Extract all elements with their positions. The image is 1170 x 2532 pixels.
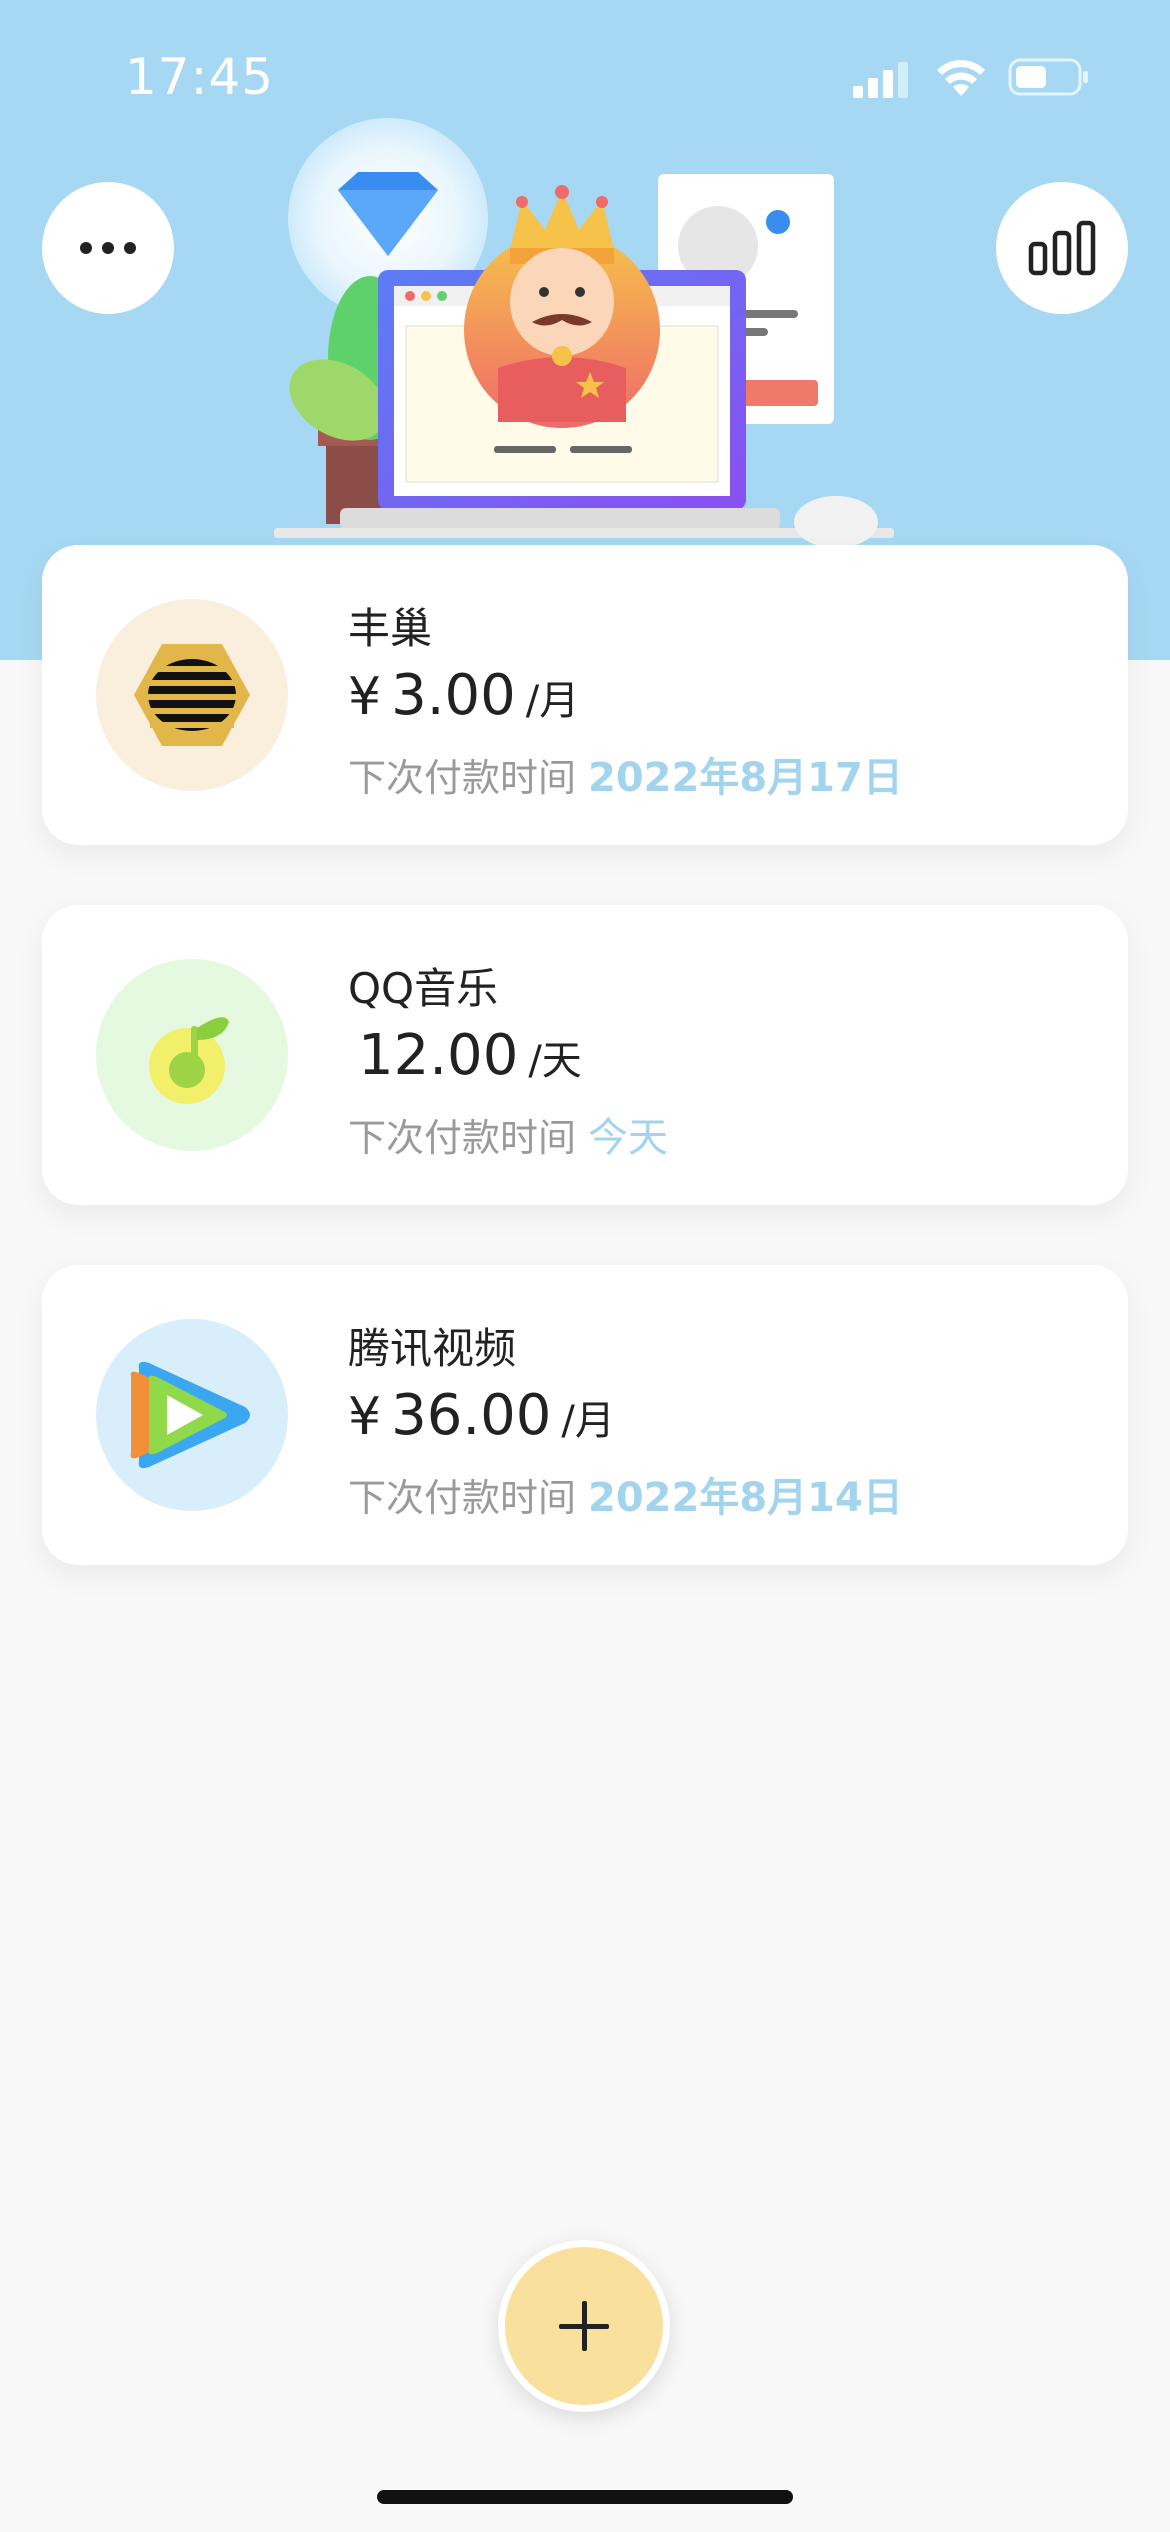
tencent-video-logo-icon bbox=[130, 1361, 250, 1469]
subscription-name: QQ音乐 bbox=[348, 964, 499, 1013]
card-logo bbox=[96, 959, 288, 1151]
next-payment-date: 2022年8月17日 bbox=[588, 755, 903, 801]
battery-icon bbox=[1008, 58, 1088, 96]
price-amount: 36.00 bbox=[391, 1383, 552, 1448]
hero-illustration bbox=[274, 118, 894, 548]
card-logo bbox=[96, 599, 288, 791]
qq-music-logo-icon bbox=[149, 1017, 229, 1104]
next-payment-label: 下次付款时间 bbox=[348, 756, 577, 800]
price-unit: /天 bbox=[528, 1038, 582, 1084]
next-payment-date: 今天 bbox=[588, 1115, 669, 1161]
price-unit: /月 bbox=[525, 678, 580, 724]
next-payment: 下次付款时间 2022年8月14日 bbox=[348, 1465, 903, 1523]
next-payment-label: 下次付款时间 bbox=[348, 1476, 577, 1520]
laptop-base bbox=[340, 508, 780, 530]
price-amount: 3.00 bbox=[391, 663, 516, 728]
card-logo bbox=[96, 1319, 288, 1511]
home-indicator[interactable] bbox=[377, 2490, 793, 2504]
price-amount: 12.00 bbox=[358, 1023, 519, 1088]
mouse bbox=[794, 496, 878, 548]
subscription-card-fengchao[interactable]: 丰巢 ¥ 3.00 /月 下次付款时间 2022年8月17日 bbox=[42, 545, 1128, 845]
add-subscription-button[interactable] bbox=[498, 2240, 670, 2412]
plus-icon bbox=[559, 2301, 609, 2351]
cellular-signal-icon bbox=[853, 62, 908, 98]
more-icon bbox=[80, 242, 136, 254]
next-payment-label: 下次付款时间 bbox=[348, 1116, 577, 1160]
fengchao-logo-icon bbox=[134, 644, 250, 746]
subscription-name: 腾讯视频 bbox=[348, 1324, 517, 1373]
subscription-card-tencent-video[interactable]: 腾讯视频 ¥ 36.00 /月 下次付款时间 2022年8月14日 bbox=[42, 1265, 1128, 1565]
currency-symbol: ¥ bbox=[348, 1387, 382, 1447]
subscription-price: ¥ 3.00 /月 bbox=[348, 663, 579, 728]
subscription-card-qq-music[interactable]: QQ音乐 12.00 /天 下次付款时间 今天 bbox=[42, 905, 1128, 1205]
status-time: 17:45 bbox=[125, 48, 275, 106]
bar-chart-icon bbox=[1028, 220, 1096, 276]
next-payment: 下次付款时间 今天 bbox=[348, 1105, 668, 1163]
stats-button[interactable] bbox=[996, 182, 1128, 314]
wifi-icon bbox=[937, 60, 985, 96]
subscription-price: 12.00 /天 bbox=[348, 1023, 582, 1088]
next-payment-date: 2022年8月14日 bbox=[588, 1475, 903, 1521]
price-unit: /月 bbox=[561, 1398, 615, 1444]
subscription-name: 丰巢 bbox=[348, 604, 433, 653]
more-button[interactable] bbox=[42, 182, 174, 314]
next-payment: 下次付款时间 2022年8月17日 bbox=[348, 745, 903, 803]
currency-symbol: ¥ bbox=[348, 667, 382, 727]
subscription-price: ¥ 36.00 /月 bbox=[348, 1383, 615, 1448]
